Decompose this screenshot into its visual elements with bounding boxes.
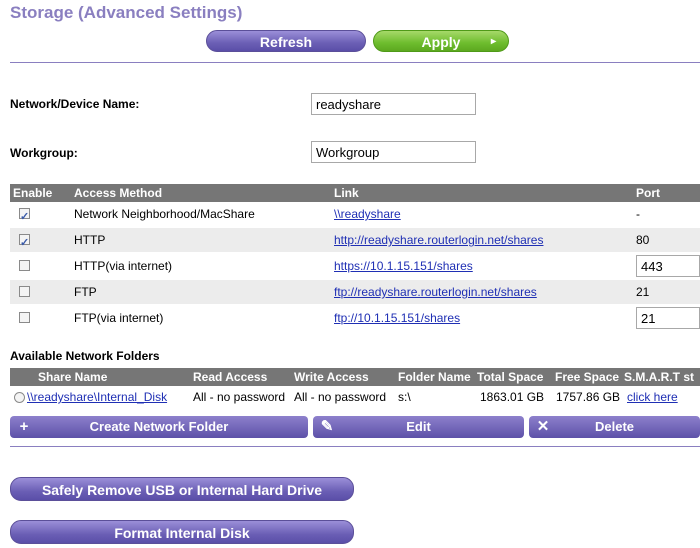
read-access: All - no password [193,390,286,404]
create-folder-label: Create Network Folder [89,419,229,434]
network-device-name-label: Network/Device Name: [10,97,140,111]
access-row-http: HTTP http://readyshare.routerlogin.net/s… [10,228,700,255]
access-link[interactable]: ftp://10.1.15.151/shares [334,306,460,330]
col-access-method: Access Method [74,186,163,200]
network-device-name-input[interactable] [311,93,476,115]
format-disk-label: Format Internal Disk [114,525,250,541]
folder-select-radio[interactable] [14,392,25,403]
apply-button[interactable]: Apply ▸ [373,30,509,52]
enable-checkbox[interactable] [19,312,30,323]
port-value: 21 [636,285,650,299]
port-input[interactable] [636,255,700,277]
access-row-ftp-internet: FTP(via internet) ftp://10.1.15.151/shar… [10,306,700,330]
access-row-network-neighborhood: Network Neighborhood/MacShare \\readysha… [10,202,700,229]
access-link[interactable]: ftp://readyshare.routerlogin.net/shares [334,280,537,304]
col-enable: Enable [13,186,53,200]
write-access: All - no password [294,390,387,404]
safely-remove-label: Safely Remove USB or Internal Hard Drive [41,482,323,498]
col-link: Link [334,186,359,200]
port-value: 80 [636,233,650,247]
refresh-label: Refresh [259,34,313,50]
delete-label: Delete [594,419,635,434]
create-network-folder-button[interactable]: + Create Network Folder [10,416,308,438]
access-method: HTTP(via internet) [74,259,173,273]
folder-name: s:\ [398,390,411,404]
col-write-access: Write Access [294,370,369,384]
access-method: Network Neighborhood/MacShare [74,207,255,221]
refresh-button[interactable]: Refresh [206,30,366,52]
free-space: 1757.86 GB [556,390,621,404]
access-link[interactable]: http://readyshare.routerlogin.net/shares [334,228,543,252]
access-method: FTP(via internet) [74,311,164,325]
port-value: - [636,207,640,221]
total-space: 1863.01 GB [480,390,545,404]
enable-checkbox[interactable] [19,205,30,229]
apply-label: Apply [421,34,461,50]
col-smart-status: S.M.A.R.T st [624,370,695,384]
divider [10,446,700,447]
access-method: FTP [74,285,97,299]
format-internal-disk-button[interactable]: Format Internal Disk [10,520,354,544]
arrow-right-icon: ▸ [490,36,496,47]
col-total-space: Total Space [477,370,544,384]
col-free-space: Free Space [555,370,620,384]
smart-status-link[interactable]: click here [627,386,678,408]
safely-remove-button[interactable]: Safely Remove USB or Internal Hard Drive [10,477,354,501]
port-input[interactable] [636,307,700,329]
access-method: HTTP [74,233,106,247]
folder-row: \\readyshare\Internal_Disk All - no pass… [10,386,700,408]
access-row-ftp: FTP ftp://readyshare.routerlogin.net/sha… [10,280,700,304]
workgroup-input[interactable] [311,141,476,163]
folders-section-title: Available Network Folders [10,349,160,363]
enable-checkbox[interactable] [19,260,30,271]
col-folder-name: Folder Name [398,370,471,384]
workgroup-label: Workgroup: [10,146,78,160]
divider [10,62,700,63]
storage-page: Storage (Advanced Settings) Refresh Appl… [0,0,700,548]
delete-button[interactable]: ✕ Delete [529,416,700,438]
page-title: Storage (Advanced Settings) [10,3,243,22]
access-table-header: Enable Access Method Link Port [10,184,700,202]
col-share-name: Share Name [38,370,108,384]
access-row-http-internet: HTTP(via internet) https://10.1.15.151/s… [10,254,700,278]
access-link[interactable]: https://10.1.15.151/shares [334,254,473,278]
col-port: Port [636,186,660,200]
col-read-access: Read Access [193,370,268,384]
enable-checkbox[interactable] [19,286,30,297]
share-name-link[interactable]: \\readyshare\Internal_Disk [27,386,167,408]
access-link[interactable]: \\readyshare [334,202,401,226]
edit-button[interactable]: ✎ Edit [313,416,524,438]
folders-table-header: Share Name Read Access Write Access Fold… [10,368,700,386]
enable-checkbox[interactable] [19,231,30,255]
edit-label: Edit [406,419,431,434]
